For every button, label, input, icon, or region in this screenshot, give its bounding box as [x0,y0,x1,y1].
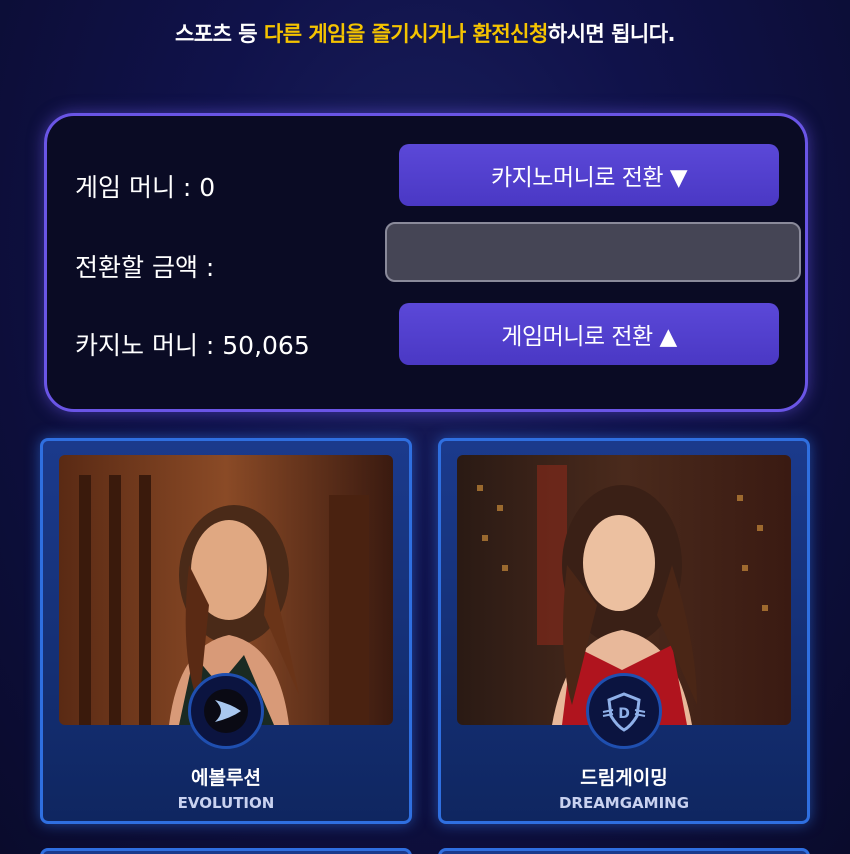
convert-to-casino-button[interactable]: 카지노머니로 전환 ▼ [399,144,779,206]
game-card-dreamgaming[interactable]: D 드림게이밍 DREAMGAMING [438,438,810,824]
convert-amount-label: 전환할 금액 : [75,253,215,282]
notice-text: 스포츠 등 다른 게임을 즐기시거나 환전신청하시면 됩니다. [0,18,850,48]
casino-money-label: 카지노 머니 : 50,065 [75,331,310,360]
convert-to-game-button[interactable]: 게임머니로 전환 ▲ [399,303,779,365]
dreamgaming-logo-icon: D [586,673,662,749]
game-card-partial[interactable] [438,848,810,854]
game-card-partial[interactable] [40,848,412,854]
convert-amount-input[interactable] [385,222,801,282]
notice-highlight: 다른 게임을 즐기시거나 환전신청 [263,22,548,46]
game-money-label: 게임 머니 : 0 [75,173,216,202]
notice-part1: 스포츠 등 [174,22,264,46]
evolution-logo-icon [188,673,264,749]
money-exchange-panel: 게임 머니 : 0 카지노머니로 전환 ▼ 전환할 금액 : 카지노 머니 : … [44,113,808,412]
game-name-ko: 드림게이밍 [580,767,668,789]
game-card-evolution[interactable]: 에볼루션 EVOLUTION [40,438,412,824]
game-name-en: DREAMGAMING [558,794,690,812]
game-name-en: EVOLUTION [177,794,275,812]
svg-text:D: D [618,706,630,722]
game-name-ko: 에볼루션 [191,767,261,789]
notice-part2: 하시면 됩니다. [547,22,676,46]
